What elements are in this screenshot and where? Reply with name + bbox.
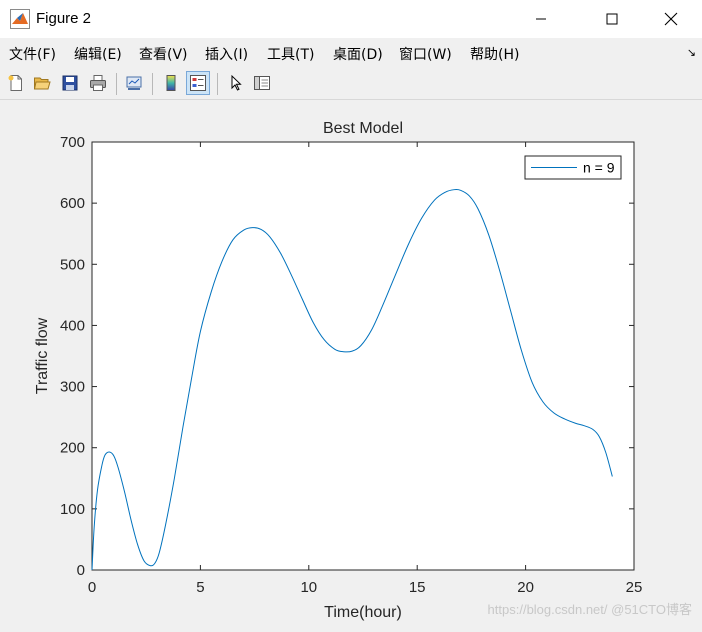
x-tick-label: 25 [626, 579, 643, 596]
x-tick-label: 10 [300, 579, 317, 596]
link-plot-button[interactable] [122, 71, 146, 95]
insert-legend-button[interactable] [186, 71, 210, 95]
insert-colorbar-icon [166, 75, 176, 91]
x-tick-label: 20 [517, 579, 534, 596]
y-tick-label: 200 [60, 440, 85, 457]
legend[interactable]: n = 9 [524, 155, 622, 180]
link-plot-icon [126, 76, 142, 90]
toolbar-separator [116, 73, 117, 95]
insert-legend-icon [190, 75, 206, 91]
menu-bar: 文件(F) 编辑(E) 查看(V) 插入(I) 工具(T) 桌面(D) 窗口(W… [0, 38, 702, 68]
x-tick-label: 5 [196, 579, 204, 596]
minimize-icon [536, 18, 546, 20]
y-tick-label: 300 [60, 379, 85, 396]
menu-view[interactable]: 查看(V) [139, 44, 188, 64]
new-figure-button[interactable] [4, 71, 28, 95]
dock-figure-icon[interactable]: ↘ [687, 46, 696, 59]
menu-window[interactable]: 窗口(W) [399, 44, 452, 64]
figure-canvas[interactable]: Best Model Time(hour) Traffic flow 0 5 10 1… [0, 101, 702, 628]
y-tick-label: 0 [77, 562, 85, 579]
toolbar-separator [152, 73, 153, 95]
new-figure-icon [8, 75, 22, 91]
y-tick-label: 400 [60, 317, 85, 334]
y-axis-label: Traffic flow [34, 317, 51, 394]
menu-desktop[interactable]: 桌面(D) [333, 44, 383, 64]
insert-colorbar-button[interactable] [159, 71, 183, 95]
y-tick-label: 500 [60, 256, 85, 273]
axes-box [91, 141, 635, 571]
close-button[interactable] [648, 0, 694, 38]
y-tick-label: 100 [60, 501, 85, 518]
x-tick-label: 15 [409, 579, 426, 596]
menu-insert[interactable]: 插入(I) [205, 44, 248, 64]
y-tick-label: 600 [60, 195, 85, 212]
print-icon [90, 75, 106, 91]
open-file-icon [33, 77, 51, 90]
minimize-button[interactable] [518, 0, 564, 38]
line-chart[interactable]: Best Model Time(hour) Traffic flow 0 5 10 1… [0, 101, 702, 628]
close-icon [664, 12, 678, 26]
save-icon [62, 75, 78, 91]
menu-file[interactable]: 文件(F) [9, 44, 56, 64]
window-title-bar[interactable]: Figure 2 [0, 0, 702, 38]
toolbar-separator [217, 73, 218, 95]
x-axis-label: Time(hour) [324, 604, 402, 621]
property-inspector-button[interactable] [250, 71, 274, 95]
legend-entry-label: n = 9 [583, 160, 615, 176]
matlab-app-icon [10, 9, 30, 29]
chart-title: Best Model [323, 120, 403, 137]
edit-plot-button[interactable] [224, 71, 248, 95]
watermark-text: https://blog.csdn.net/ @51CTO博客 [487, 602, 692, 617]
print-button[interactable] [86, 71, 110, 95]
menu-help[interactable]: 帮助(H) [470, 44, 519, 64]
maximize-button[interactable] [589, 0, 635, 38]
window-title: Figure 2 [36, 10, 92, 27]
edit-plot-icon [231, 74, 242, 91]
open-file-button[interactable] [30, 71, 54, 95]
menu-edit[interactable]: 编辑(E) [74, 44, 122, 64]
save-button[interactable] [58, 71, 82, 95]
figure-toolbar [0, 68, 702, 100]
maximize-icon [606, 13, 618, 25]
menu-tools[interactable]: 工具(T) [267, 44, 314, 64]
property-inspector-icon [254, 76, 270, 90]
x-tick-label: 0 [88, 579, 96, 596]
y-tick-label: 700 [60, 134, 85, 151]
